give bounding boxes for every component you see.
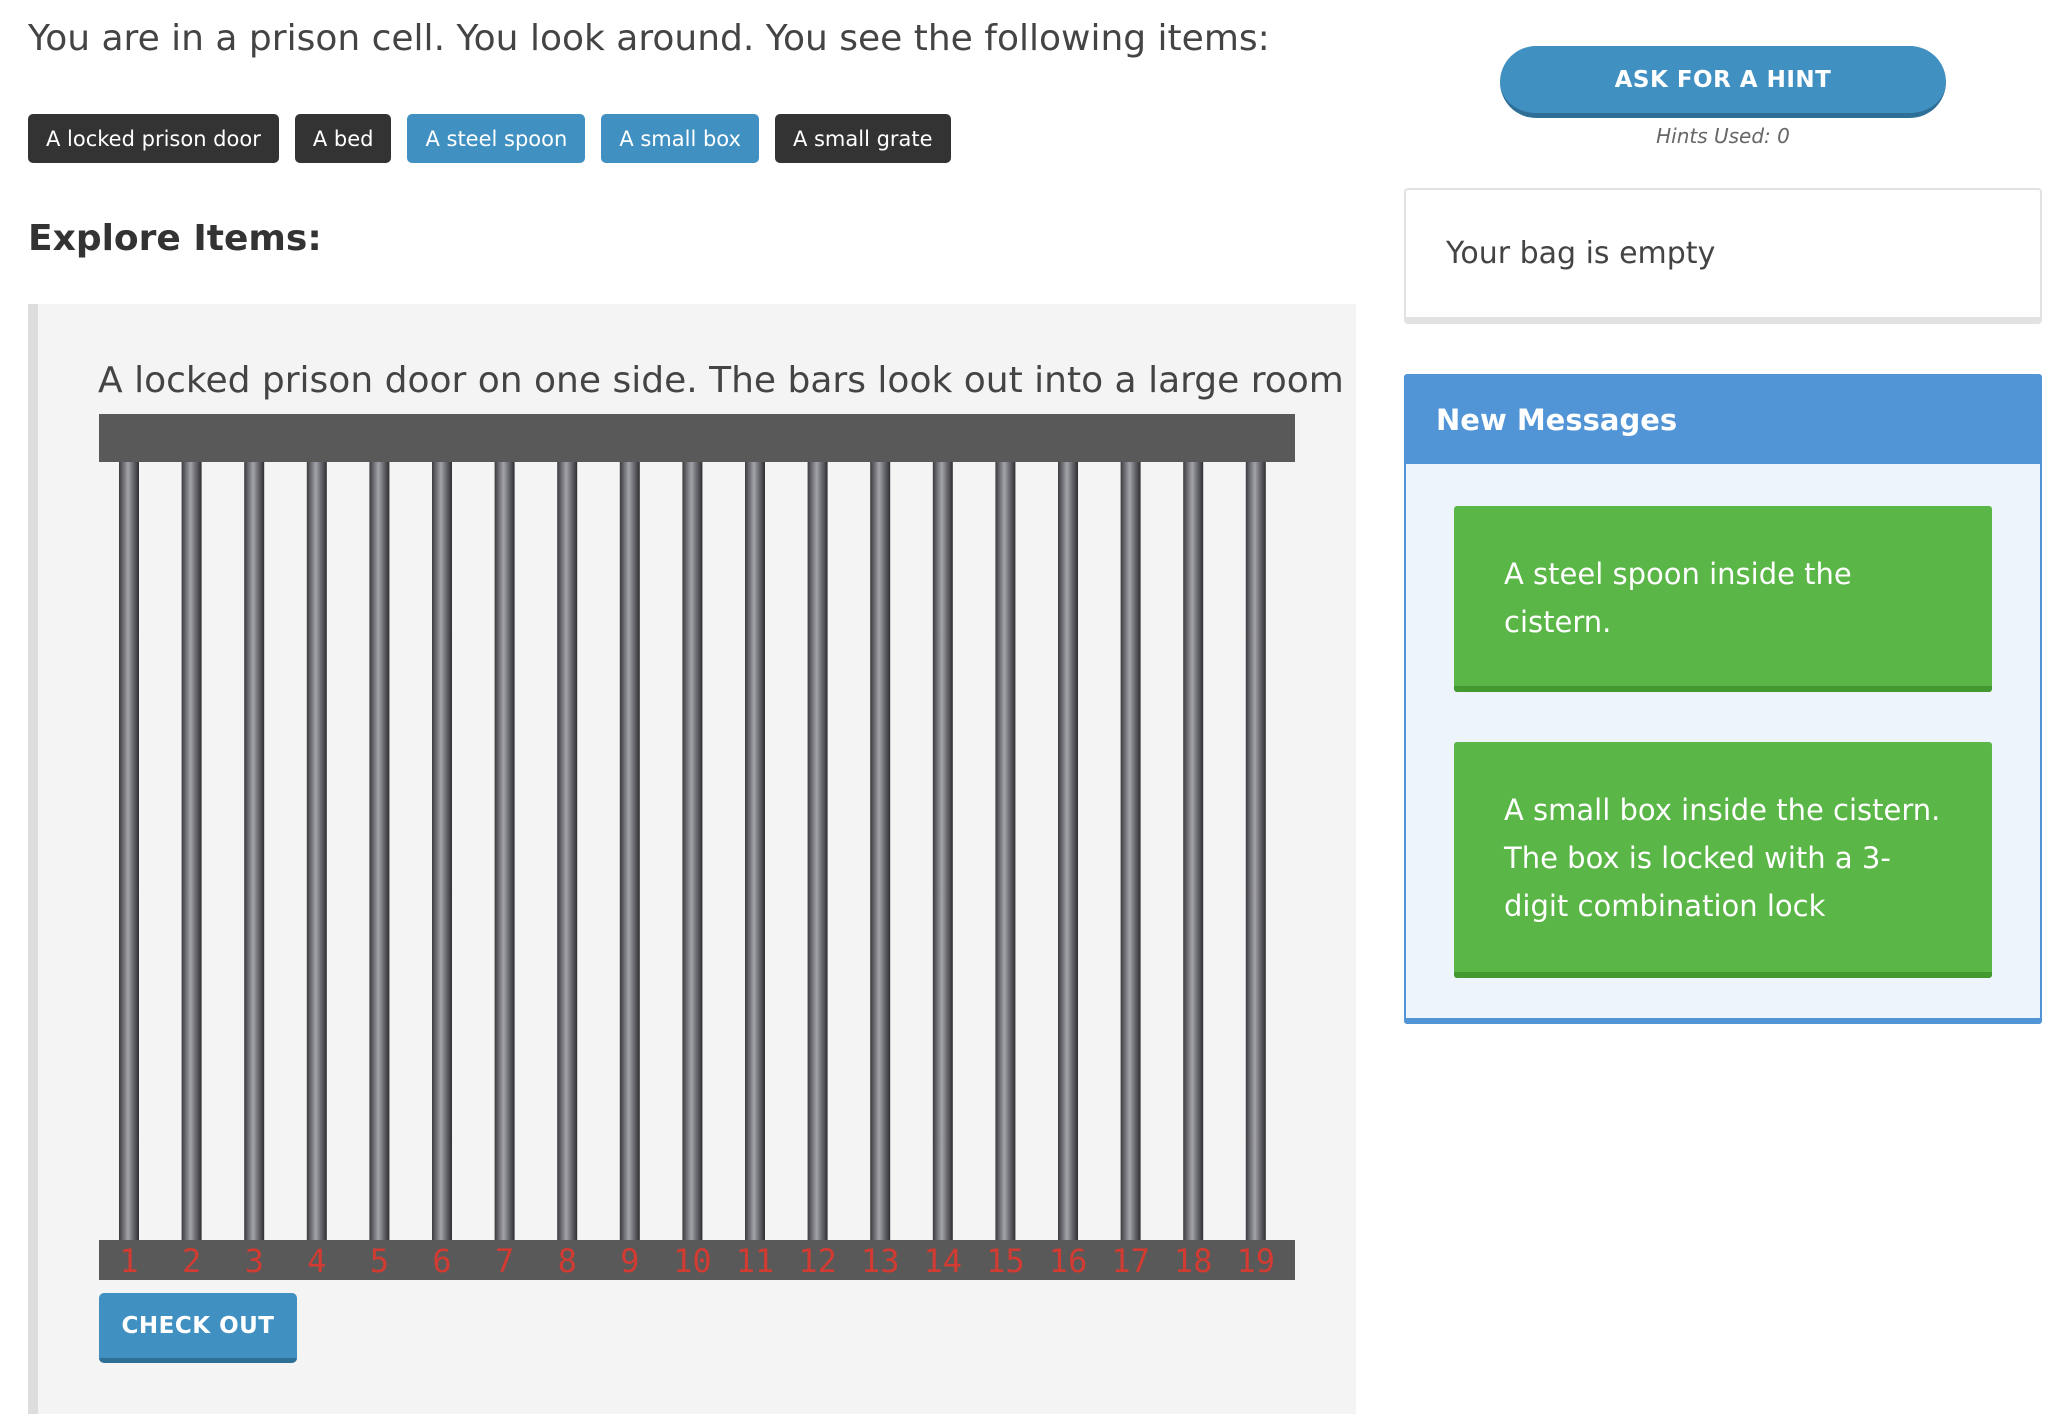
prison-bar[interactable] bbox=[557, 462, 578, 1240]
bar-number: 3 bbox=[245, 1242, 264, 1280]
prison-bar[interactable] bbox=[306, 462, 327, 1240]
bar-number: 18 bbox=[1174, 1242, 1213, 1280]
bar-number: 6 bbox=[432, 1242, 451, 1280]
bar-number: 5 bbox=[370, 1242, 389, 1280]
prison-bar[interactable] bbox=[619, 462, 640, 1240]
ask-hint-button[interactable]: ASK FOR A HINT bbox=[1500, 46, 1946, 118]
bar-number: 11 bbox=[736, 1242, 775, 1280]
hints-used-counter: Hints Used: 0 bbox=[1656, 124, 1790, 148]
bar-number: 4 bbox=[307, 1242, 326, 1280]
prison-bar[interactable] bbox=[181, 462, 202, 1240]
bar-number: 8 bbox=[558, 1242, 577, 1280]
door-top-frame bbox=[99, 414, 1295, 462]
intro-text: You are in a prison cell. You look aroun… bbox=[28, 18, 1270, 59]
message-card: A steel spoon inside the cistern. bbox=[1454, 506, 1992, 692]
scene-description: A locked prison door on one side. The ba… bbox=[98, 360, 1344, 401]
prison-bar[interactable] bbox=[369, 462, 390, 1240]
item-list: A locked prison door A bed A steel spoon… bbox=[28, 114, 951, 163]
prison-bar[interactable] bbox=[244, 462, 265, 1240]
bar-number: 17 bbox=[1111, 1242, 1150, 1280]
check-out-button[interactable]: CHECK OUT bbox=[99, 1293, 297, 1363]
bar-number: 12 bbox=[798, 1242, 837, 1280]
item-button-bed[interactable]: A bed bbox=[294, 114, 392, 163]
bar-number: 1 bbox=[119, 1242, 138, 1280]
bar-number: 2 bbox=[182, 1242, 201, 1280]
messages-panel: New Messages A steel spoon inside the ci… bbox=[1404, 374, 2042, 1024]
bar-number: 7 bbox=[495, 1242, 514, 1280]
explore-items-heading: Explore Items: bbox=[28, 218, 322, 259]
bar-number: 13 bbox=[861, 1242, 900, 1280]
bar-number: 10 bbox=[673, 1242, 712, 1280]
item-button-prison-door[interactable]: A locked prison door bbox=[28, 114, 279, 163]
explore-panel: A locked prison door on one side. The ba… bbox=[28, 304, 1356, 1414]
prison-bar[interactable] bbox=[432, 462, 452, 1240]
prison-bar[interactable] bbox=[494, 462, 515, 1240]
prison-bar[interactable] bbox=[807, 462, 828, 1240]
prison-bar[interactable] bbox=[1058, 462, 1078, 1240]
prison-bar[interactable] bbox=[745, 462, 765, 1240]
messages-header: New Messages bbox=[1406, 376, 2040, 464]
prison-bar[interactable] bbox=[870, 462, 891, 1240]
bar-number: 16 bbox=[1049, 1242, 1088, 1280]
bar-number: 14 bbox=[924, 1242, 963, 1280]
message-card: A small box inside the cistern. The box … bbox=[1454, 742, 1992, 978]
prison-bar[interactable] bbox=[1120, 462, 1141, 1240]
prison-bar[interactable] bbox=[995, 462, 1016, 1240]
prison-bar[interactable] bbox=[1183, 462, 1204, 1240]
bag-status: Your bag is empty bbox=[1446, 236, 1716, 271]
bar-number: 19 bbox=[1237, 1242, 1276, 1280]
item-button-steel-spoon[interactable]: A steel spoon bbox=[407, 114, 586, 163]
prison-door-bars: 1 2 3 4 5 6 7 8 9 10 11 12 13 14 15 16 17 18 19 bbox=[99, 414, 1295, 1280]
bar-number: 9 bbox=[620, 1242, 639, 1280]
prison-bar[interactable] bbox=[119, 462, 139, 1240]
item-button-small-grate[interactable]: A small grate bbox=[774, 114, 951, 163]
inventory-bag: Your bag is empty bbox=[1404, 188, 2042, 324]
prison-bar[interactable] bbox=[1245, 462, 1266, 1240]
prison-bar[interactable] bbox=[682, 462, 703, 1240]
item-button-small-box[interactable]: A small box bbox=[601, 114, 759, 163]
prison-bar[interactable] bbox=[932, 462, 953, 1240]
bar-number: 15 bbox=[986, 1242, 1025, 1280]
